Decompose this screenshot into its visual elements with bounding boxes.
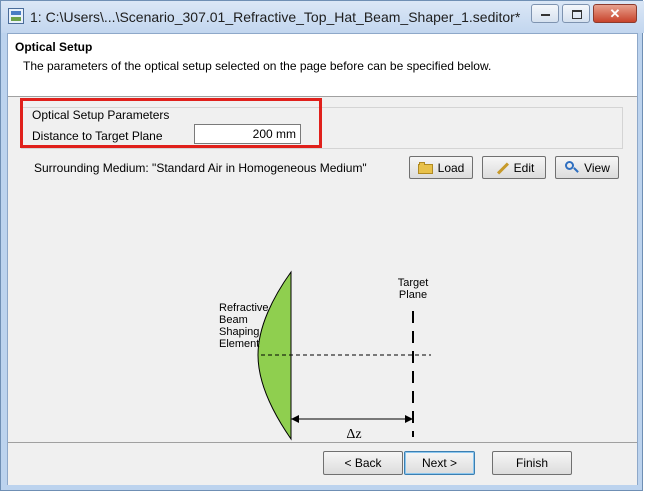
wizard-footer: < Back Next > Finish — [8, 442, 637, 485]
element-label-line-2: Beam — [219, 314, 248, 326]
page-title: Optical Setup — [15, 40, 93, 54]
next-button[interactable]: Next > — [404, 451, 475, 475]
element-label-line-1: Refractive — [219, 302, 269, 314]
element-label-line-4: Element — [219, 338, 259, 350]
window-controls: ✕ — [528, 4, 637, 24]
wizard-body: Optical Setup Parameters Distance to Tar… — [8, 97, 637, 442]
finish-button[interactable]: Finish — [492, 451, 572, 475]
app-icon — [8, 8, 24, 24]
target-label-line-1: Target — [398, 277, 429, 289]
dimension-arrow-right — [405, 415, 413, 423]
dimension-arrow-left — [291, 415, 299, 423]
title-bar[interactable]: 1: C:\Users\...\Scenario_307.01_Refracti… — [1, 1, 644, 33]
minimize-button[interactable] — [531, 4, 559, 23]
editor-window: 1: C:\Users\...\Scenario_307.01_Refracti… — [0, 0, 644, 491]
wizard-client-area: Optical Setup The parameters of the opti… — [7, 33, 638, 485]
maximize-button[interactable] — [562, 4, 590, 23]
element-label-line-3: Shaping — [219, 326, 259, 338]
target-label-line-2: Plane — [399, 289, 427, 301]
delta-z-label: Δz — [346, 427, 361, 442]
window-title: 1: C:\Users\...\Scenario_307.01_Refracti… — [30, 9, 521, 25]
close-button[interactable]: ✕ — [593, 4, 637, 23]
back-button[interactable]: < Back — [323, 451, 403, 475]
close-icon: ✕ — [609, 6, 621, 21]
page-description: The parameters of the optical setup sele… — [23, 59, 492, 73]
optical-setup-diagram: Refractive Beam Shaping Element Target P… — [219, 270, 431, 442]
wizard-header: Optical Setup The parameters of the opti… — [8, 34, 637, 97]
